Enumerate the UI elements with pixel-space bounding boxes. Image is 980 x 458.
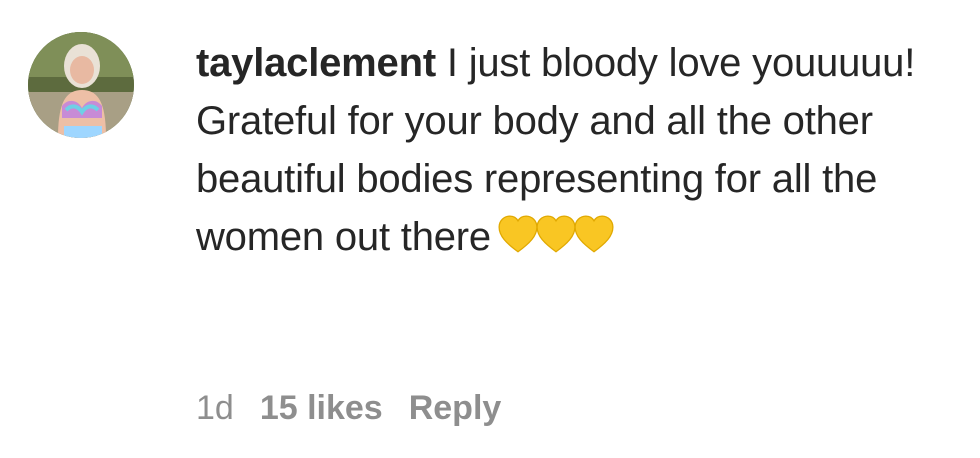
comment: taylaclement I just bloody love youuuuu!… [0,0,980,458]
comment-timestamp[interactable]: 1d [196,388,234,428]
avatar-photo [28,32,134,138]
likes-count[interactable]: 15 likes [260,388,383,428]
username-link[interactable]: taylaclement [196,41,436,85]
reply-button[interactable]: Reply [409,388,502,428]
avatar[interactable] [28,32,134,138]
yellow-heart-icon [536,215,576,253]
emoji-group [497,214,614,256]
comment-text-block: taylaclement I just bloody love youuuuu!… [196,34,956,266]
comment-meta: 1d 15 likes Reply [196,388,501,428]
yellow-heart-icon [498,215,538,253]
yellow-heart-icon [574,215,614,253]
